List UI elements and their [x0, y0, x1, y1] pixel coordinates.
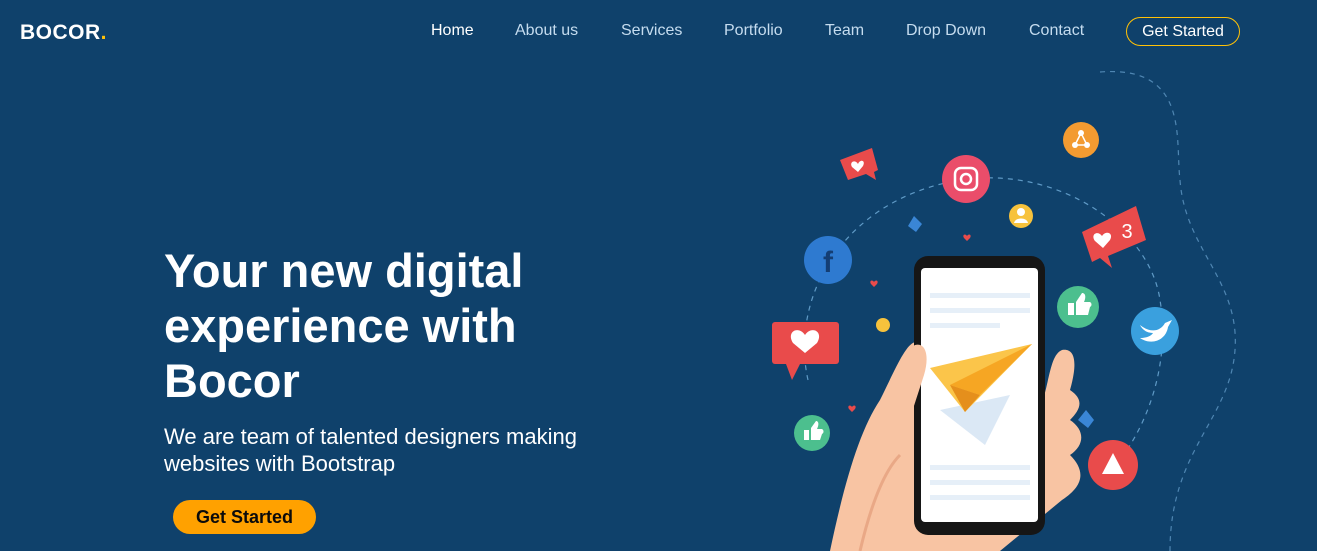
instagram-icon — [942, 155, 990, 203]
thumb-small-icon — [908, 216, 922, 232]
heart-bubble-icon — [840, 148, 878, 180]
like-icon — [794, 415, 830, 451]
nav-item-dropdown[interactable]: Drop Down — [906, 22, 986, 40]
user-icon — [1009, 204, 1033, 228]
svg-text:f: f — [823, 246, 834, 279]
nav-item-portfolio[interactable]: Portfolio — [724, 22, 783, 40]
header-get-started-button[interactable]: Get Started — [1126, 17, 1240, 46]
nav-item-team[interactable]: Team — [825, 22, 864, 40]
heart-bubble-icon — [772, 322, 839, 380]
main-nav: Home About us Services Portfolio Team Dr… — [0, 22, 1317, 42]
heart-icon — [848, 405, 856, 412]
nav-item-home[interactable]: Home — [431, 22, 474, 40]
screen-line — [930, 495, 1030, 500]
thumb-small-icon — [1078, 410, 1094, 428]
twitter-icon — [1131, 307, 1179, 355]
heart-icon — [963, 234, 971, 241]
hero-subtitle: We are team of talented designers making… — [164, 424, 577, 476]
screen-line — [930, 323, 1000, 328]
nav-item-services[interactable]: Services — [621, 22, 682, 40]
like-icon — [1057, 286, 1099, 328]
site-header: BOCOR. Home About us Services Portfolio … — [0, 0, 1317, 64]
facebook-icon: f — [804, 236, 852, 284]
share-icon — [1063, 122, 1099, 158]
screen-line — [930, 480, 1030, 485]
nav-item-about[interactable]: About us — [515, 22, 578, 40]
hero-title: Your new digital experience with Bocor — [164, 244, 524, 407]
screen-line — [930, 308, 1030, 313]
hero-get-started-button[interactable]: Get Started — [173, 500, 316, 534]
notification-bubble: 3 — [1082, 206, 1146, 268]
notification-count: 3 — [1121, 221, 1132, 243]
heart-icon — [870, 280, 878, 287]
nav-item-contact[interactable]: Contact — [1029, 22, 1084, 40]
hero-illustration: f 3 — [772, 71, 1236, 551]
play-icon — [1088, 440, 1138, 490]
screen-line — [930, 465, 1030, 470]
screen-line — [930, 293, 1030, 298]
dot-icon — [876, 318, 890, 332]
